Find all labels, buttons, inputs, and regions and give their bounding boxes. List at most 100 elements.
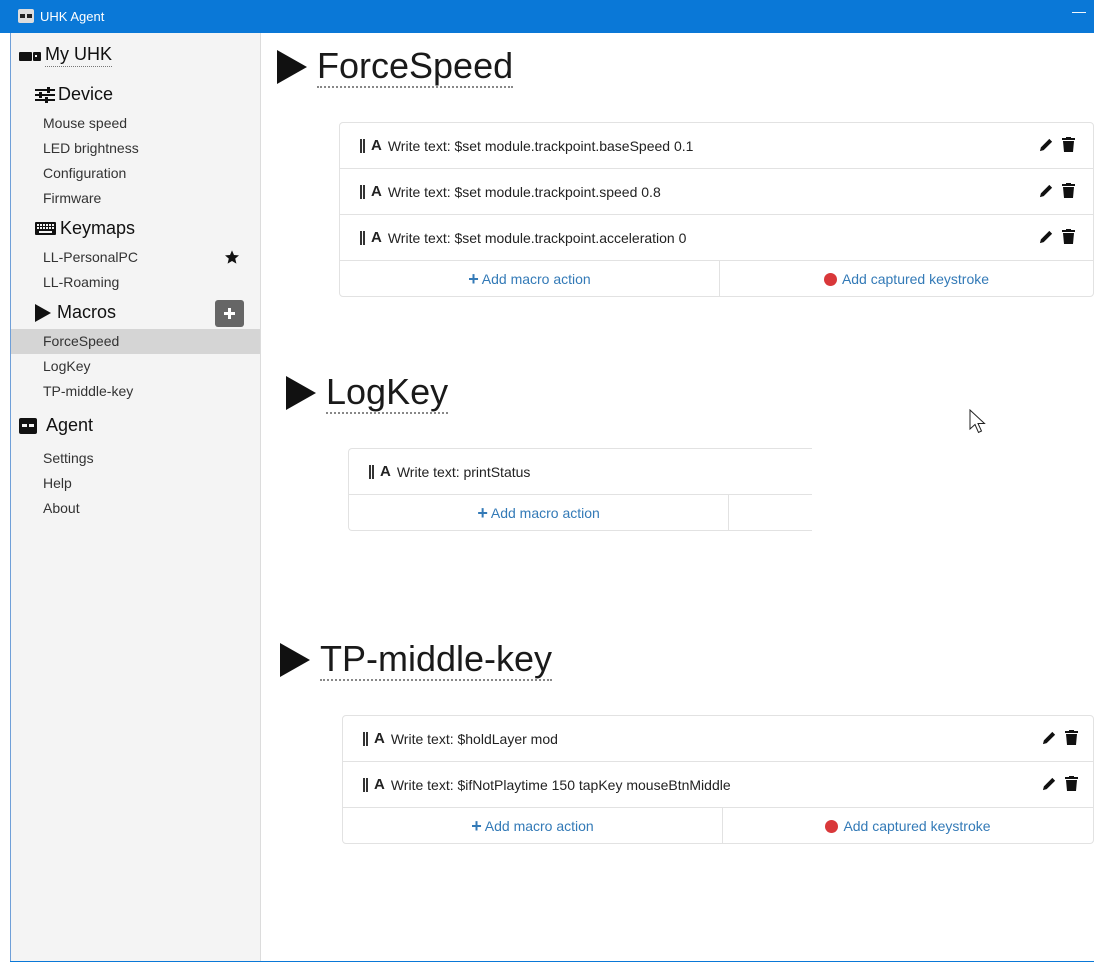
uhk-logo-icon [18,9,34,23]
drag-handle-icon[interactable] [360,184,365,199]
plus-icon: + [468,268,479,289]
pencil-icon[interactable] [1039,229,1054,244]
row-tools [1039,137,1075,152]
macro-action-text: Write text: $set module.trackpoint.speed… [387,183,661,200]
macro-action-row[interactable]: A Write text: $set module.trackpoint.bas… [340,123,1093,169]
macro-card-footer: + Add macro action [349,495,812,530]
sidebar-item-firmware[interactable]: Firmware [11,186,260,211]
play-icon [35,303,51,322]
plus-icon: + [477,502,488,523]
drag-handle-icon[interactable] [363,777,368,792]
window-border-bottom [10,961,1094,962]
drag-handle-icon[interactable] [360,230,365,245]
add-macro-action-button[interactable]: + Add macro action [349,495,728,530]
row-tools [1042,776,1078,791]
trash-icon[interactable] [1062,183,1075,198]
macro-action-text: Write text: $ifNotPlaytime 150 tapKey mo… [390,776,731,793]
pencil-icon[interactable] [1039,183,1054,198]
sidebar-item-about[interactable]: About [11,496,260,521]
sidebar-item-configuration[interactable]: Configuration [11,161,260,186]
play-icon[interactable] [286,376,316,410]
add-macro-button[interactable] [215,300,244,327]
macro-action-row[interactable]: A Write text: $ifNotPlaytime 150 tapKey … [343,762,1093,808]
add-macro-action-label: Add macro action [481,271,591,287]
trash-icon[interactable] [1065,776,1078,791]
macro-card-logkey: A Write text: printStatus + Add macro ac… [348,448,812,531]
record-icon [825,819,839,833]
text-font-icon: A [371,229,382,246]
add-captured-keystroke-button[interactable] [728,495,812,530]
record-icon [823,272,837,286]
text-font-icon: A [374,730,385,747]
row-tools [1039,229,1075,244]
sidebar-item-mouse-speed[interactable]: Mouse speed [11,111,260,136]
star-icon[interactable] [224,249,240,265]
macro-name[interactable]: ForceSpeed [317,46,514,88]
macro-title-logkey: LogKey [286,372,449,414]
macro-action-text: Write text: $set module.trackpoint.accel… [387,229,687,246]
agent-window-icon [19,417,37,434]
add-macro-action-button[interactable]: + Add macro action [343,808,722,843]
pencil-icon[interactable] [1042,776,1057,791]
text-font-icon: A [371,183,382,200]
sidebar-item-logkey[interactable]: LogKey [11,354,260,379]
macro-action-row[interactable]: A Write text: $set module.trackpoint.acc… [340,215,1093,261]
sidebar-item-tp-middle-key[interactable]: TP-middle-key [11,379,260,404]
add-macro-action-label: Add macro action [484,818,594,834]
keyboard-icon [35,222,56,235]
sidebar-agent-label: Agent [46,415,94,435]
text-font-icon: A [380,463,391,480]
drag-handle-icon[interactable] [363,731,368,746]
mouse-cursor-icon [969,409,986,434]
add-macro-action-button[interactable]: + Add macro action [340,261,719,296]
macro-action-text: Write text: printStatus [396,463,531,480]
sidebar-section-device: Device [35,84,113,105]
macro-action-text: Write text: $set module.trackpoint.baseS… [387,137,694,154]
sidebar-my-uhk[interactable]: My UHK [19,44,112,67]
text-font-icon: A [371,137,382,154]
sidebar-macros-label: Macros [57,302,117,322]
sidebar-item-ll-roaming[interactable]: LL-Roaming [11,270,260,295]
sidebar-item-ll-personalpc[interactable]: LL-PersonalPC [11,245,260,270]
sidebar-section-agent: Agent [19,415,93,436]
add-captured-keystroke-button[interactable]: Add captured keystroke [721,808,1093,843]
sidebar-item-forcespeed[interactable]: ForceSpeed [11,329,260,354]
add-captured-keystroke-button[interactable]: Add captured keystroke [718,261,1093,296]
add-captured-keystroke-label: Add captured keystroke [841,271,990,287]
sidebar-item-led-brightness[interactable]: LED brightness [11,136,260,161]
trash-icon[interactable] [1065,730,1078,745]
macro-title-tp-middle-key: TP-middle-key [280,639,553,681]
macro-name[interactable]: LogKey [326,372,449,414]
macro-card-forcespeed: A Write text: $set module.trackpoint.bas… [339,122,1094,297]
keyboard-device-icon [19,51,41,61]
window-titlebar: UHK Agent — [0,0,1094,33]
macro-action-row[interactable]: A Write text: $holdLayer mod [343,716,1093,762]
pencil-icon[interactable] [1039,137,1054,152]
macro-card-footer: + Add macro action Add captured keystrok… [343,808,1093,843]
macro-action-row[interactable]: A Write text: $set module.trackpoint.spe… [340,169,1093,215]
sidebar: My UHK Device Mouse speed LED brightness… [11,33,261,961]
sliders-icon [35,86,55,103]
sidebar-item-settings[interactable]: Settings [11,446,260,471]
sidebar-section-macros: Macros [35,302,116,323]
macro-title-forcespeed: ForceSpeed [277,46,514,88]
drag-handle-icon[interactable] [369,464,374,479]
sidebar-item-help[interactable]: Help [11,471,260,496]
play-icon[interactable] [277,50,307,84]
trash-icon[interactable] [1062,137,1075,152]
macro-action-text: Write text: $holdLayer mod [390,730,558,747]
add-captured-keystroke-label: Add captured keystroke [843,818,991,834]
minimize-button[interactable]: — [1072,3,1086,19]
pencil-icon[interactable] [1042,730,1057,745]
sidebar-section-keymaps: Keymaps [35,218,135,239]
text-font-icon: A [374,776,385,793]
plus-icon: + [471,815,482,836]
row-tools [1039,183,1075,198]
play-icon[interactable] [280,643,310,677]
macro-action-row[interactable]: A Write text: printStatus [349,449,812,495]
macro-card-footer: + Add macro action Add captured keystrok… [340,261,1093,296]
trash-icon[interactable] [1062,229,1075,244]
sidebar-keymaps-label: Keymaps [60,218,136,238]
macro-name[interactable]: TP-middle-key [320,639,553,681]
drag-handle-icon[interactable] [360,138,365,153]
